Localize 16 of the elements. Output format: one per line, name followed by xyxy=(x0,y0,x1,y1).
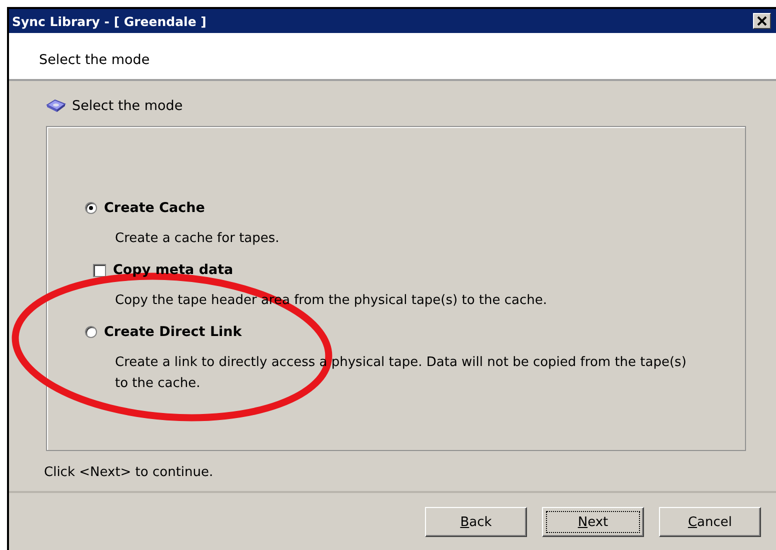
radio-button[interactable] xyxy=(85,326,97,338)
section-title: Select the mode xyxy=(72,98,183,114)
tape-icon xyxy=(46,99,66,113)
checkbox[interactable] xyxy=(93,264,106,276)
radio-button[interactable] xyxy=(85,202,97,214)
wizard-button[interactable]: Cancel xyxy=(659,507,761,537)
wizard-button[interactable]: Back xyxy=(425,507,527,537)
wizard-button[interactable]: Next xyxy=(542,507,644,537)
option-label[interactable]: Create Cache xyxy=(104,200,205,216)
window-title: Sync Library - [ Greendale ] xyxy=(12,14,206,28)
close-icon xyxy=(757,16,767,26)
close-button[interactable] xyxy=(753,13,771,29)
option-label[interactable]: Create Direct Link xyxy=(104,324,242,340)
header-title: Select the mode xyxy=(39,52,150,68)
hint-text: Click <Next> to continue. xyxy=(44,465,214,480)
option-description: Create a cache for tapes. xyxy=(114,230,280,248)
